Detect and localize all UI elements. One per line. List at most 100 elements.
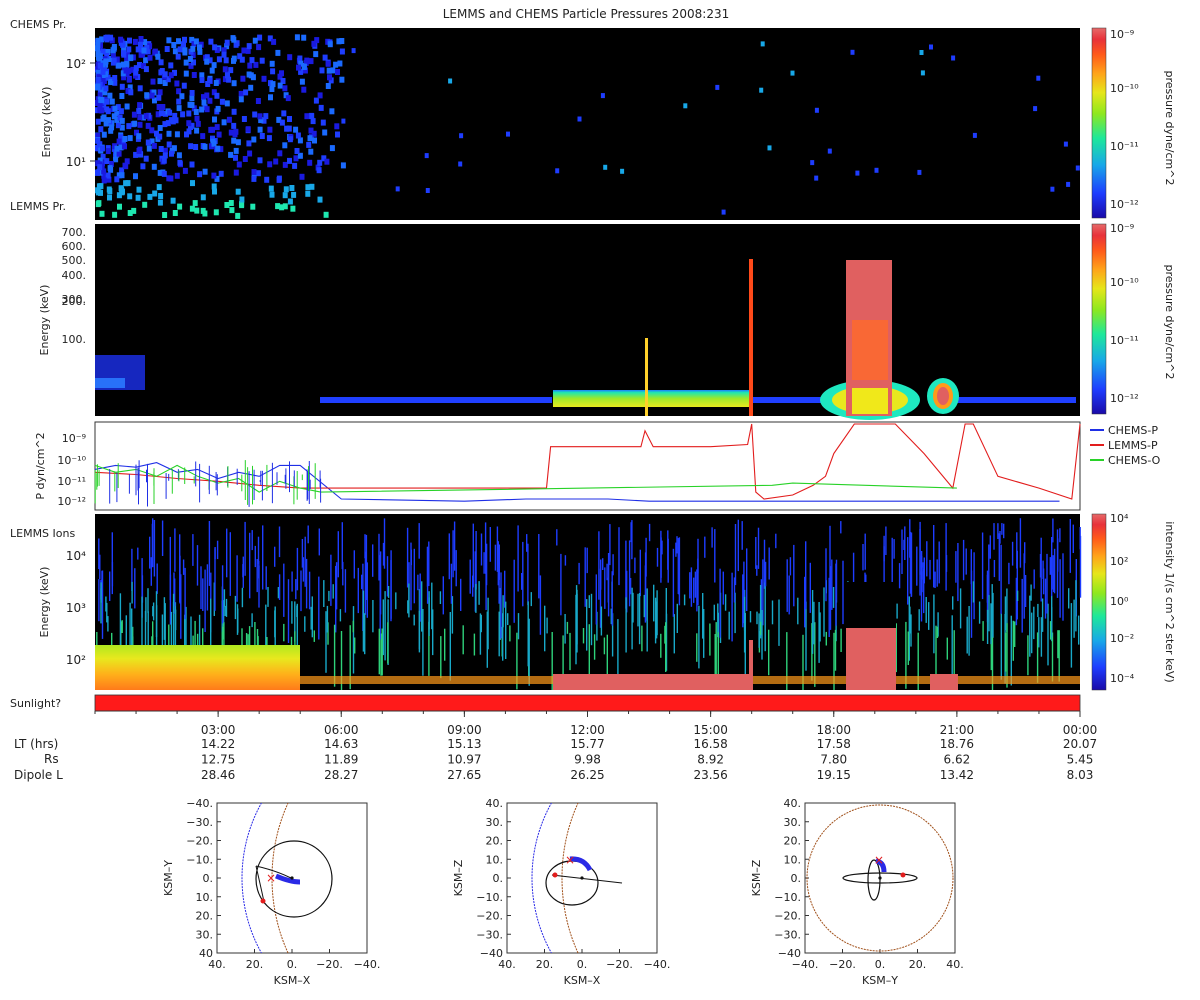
ions-streak [560,553,562,616]
ions-streak [1073,599,1075,638]
chems-pixel [249,57,255,64]
orbit-ytick: 20. [486,835,504,848]
ions-cbar-tick-3: 10⁻² [1110,632,1134,645]
chems-pixel [170,197,176,204]
ions-streak [98,538,100,570]
chems-pixel [174,131,180,138]
ions-streak [834,629,837,671]
ions-streak [972,581,975,603]
ions-streak [163,597,166,640]
ions-streak [910,532,913,597]
chems-pixel [158,146,164,152]
lemms-pr-ytick-700: 700. [62,226,87,239]
ions-streak [698,605,700,669]
lemms-pr-panel-label: LEMMS Pr. [10,200,66,213]
ions-streak [907,631,909,665]
ions-streak [743,596,746,631]
chems-pixel [269,191,275,198]
ions-streak [618,527,620,586]
chems-pixel [99,97,105,104]
chems-pixel [277,82,283,89]
ions-streak [149,536,151,569]
chems-pixel [190,180,195,187]
ions-streak [714,529,716,583]
ions-streak [904,526,906,560]
chems-pixel [920,70,925,76]
chems-pixel [231,137,237,144]
chems-pixel [339,48,345,55]
ions-streak [566,621,569,634]
chems-pixel [118,108,124,115]
ions-streak [759,621,762,635]
chems-pixel [287,157,292,164]
chems-pixel [95,77,101,84]
chems-pixel [194,127,200,134]
chems-pixel [172,48,178,55]
ions-streak [278,574,281,600]
ions-streak [527,601,529,667]
orbit-ytick: 30. [486,816,504,829]
chems-pixel [214,92,220,99]
chems-pixel [204,58,210,65]
ions-streak [1079,535,1082,598]
ions-streak [344,569,347,613]
chems-pixel [147,193,153,200]
chems-pixel [270,68,276,75]
chems-pixel [99,210,105,217]
ions-streak [485,543,488,586]
ions-streak [629,578,632,595]
ions-streak [428,541,430,586]
chems-pixel [224,39,230,46]
ions-streak [469,559,471,594]
ions-streak [918,609,920,631]
ions-streak [673,614,675,654]
ions-streak [236,555,238,602]
chems-pixel [199,77,205,83]
ions-streak [109,571,111,601]
chems-pixel [190,45,196,52]
chems-pixel [715,84,720,90]
ions-streak [755,537,757,569]
chems-pixel [137,114,143,121]
chems-pixel [275,49,281,56]
chems-pixel [267,126,273,133]
chems-pixel [157,199,163,206]
chems-pixel [506,131,510,137]
ions-streak [335,562,338,610]
chems-pixel [317,159,323,166]
chems-pixel [216,56,222,63]
ions-streak [241,587,244,608]
orbit-xtick: 0. [577,958,588,971]
chems-pixel [326,67,332,74]
chems-pixel [143,155,149,162]
chems-pixel [95,201,101,208]
chems-pixel [176,38,181,45]
ions-streak [216,540,219,560]
chems-pixel [269,60,275,67]
ions-streak [1042,560,1044,579]
chems-pixel [241,116,247,122]
chems-pixel [136,147,142,154]
chems-pixel [137,85,143,92]
ions-streak [1000,613,1002,680]
orbit-xtick: −40. [354,958,381,971]
chems-pixel [114,176,120,183]
ions-streak [786,559,788,612]
ephemeris-value: 6.62 [944,753,971,767]
ions-streak [693,577,695,603]
chems-pixel [1033,106,1038,112]
ephemeris-labels: LT (hrs) Rs Dipole L [14,737,63,782]
chems-pixel [292,162,298,169]
chems-pixel [333,61,339,68]
ions-streak [426,546,429,604]
ions-streak [337,531,339,578]
ions-streak [734,524,737,586]
chems-pixel [207,97,213,104]
chems-pixel [197,171,203,178]
ions-streak [1031,612,1033,654]
chems-pixel [228,129,234,136]
chems-pixel [97,53,103,60]
chems-pixel [156,94,162,101]
ions-streak [339,609,342,622]
ions-streak [1068,588,1070,609]
